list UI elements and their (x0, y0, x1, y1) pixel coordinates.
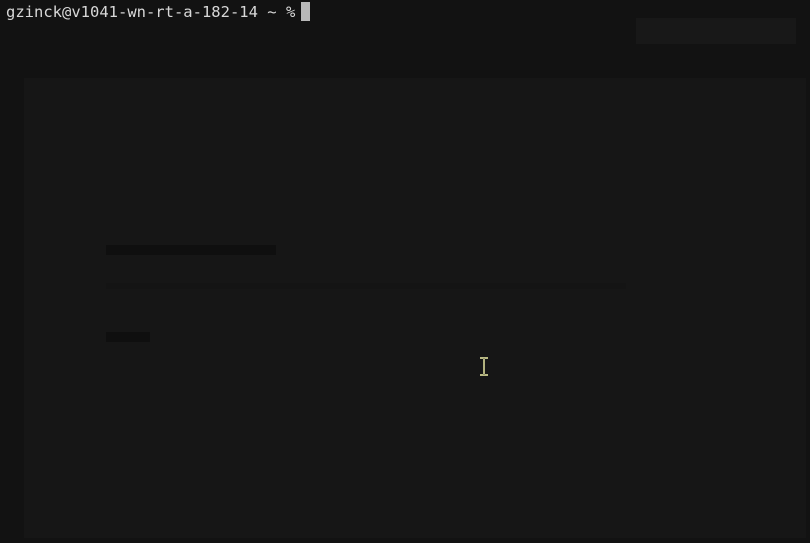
terminal-cursor (301, 2, 311, 21)
background-ghost-box (636, 18, 796, 44)
prompt-text: gzinck@v1041-wn-rt-a-182-14 ~ % (6, 3, 296, 21)
background-window-ghost (24, 78, 806, 538)
terminal-prompt-line[interactable]: gzinck@v1041-wn-rt-a-182-14 ~ % (6, 2, 311, 22)
ghost-text-line (106, 245, 276, 255)
ibeam-cursor-icon (480, 357, 488, 376)
ghost-text-line (106, 283, 626, 289)
ghost-text-line (106, 332, 150, 342)
